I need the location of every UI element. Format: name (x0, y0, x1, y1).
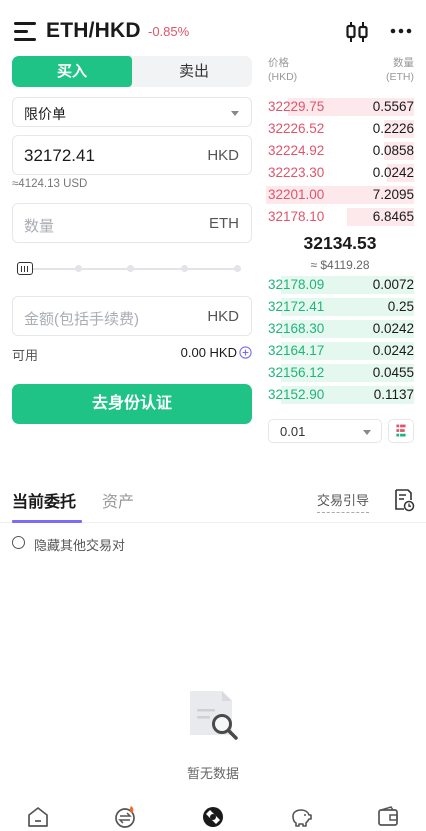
ask-qty: 0.0858 (372, 143, 414, 158)
bid-row[interactable]: 32172.41 0.25 (266, 297, 414, 317)
ask-row[interactable]: 32224.92 0.0858 (266, 141, 414, 161)
menu-icon[interactable] (14, 22, 36, 42)
bid-qty: 0.25 (387, 299, 414, 314)
ask-qty: 6.8465 (372, 209, 414, 224)
bottom-navigation (0, 797, 426, 831)
pair-title[interactable]: ETH/HKD (46, 19, 141, 43)
caret-down-icon (363, 430, 371, 435)
bid-qty: 0.0242 (372, 321, 414, 336)
order-history-icon[interactable] (393, 488, 415, 512)
price-header-unit: (HKD) (268, 71, 298, 83)
empty-data-icon (190, 691, 238, 740)
precision-select[interactable]: 0.01 (268, 419, 382, 443)
exchange-icon[interactable] (113, 805, 137, 829)
quantity-placeholder: 数量 (24, 218, 55, 235)
order-type-label: 限价单 (24, 106, 66, 122)
bid-price: 32168.30 (268, 321, 325, 336)
bid-qty: 0.0242 (372, 343, 414, 358)
price-value: 32172.41 (24, 146, 95, 165)
slider-step-50[interactable] (127, 265, 134, 272)
bid-row[interactable]: 32168.30 0.0242 (266, 319, 414, 339)
available-label: 可用 (12, 348, 39, 363)
bid-qty: 0.0455 (372, 365, 414, 380)
hide-other-pairs-label: 隐藏其他交易对 (34, 538, 126, 553)
ask-row[interactable]: 32178.10 6.8465 (266, 207, 414, 227)
tab-open-orders[interactable]: 当前委托 (12, 488, 76, 512)
verify-identity-button[interactable]: 去身份认证 (12, 384, 252, 424)
ask-price: 32229.75 (268, 99, 325, 114)
orders-tabs: 当前委托 资产 交易引导 (0, 478, 426, 523)
qty-header-label: 数量 (393, 57, 414, 69)
last-price-usd: ≈ $4119.28 (310, 258, 370, 272)
piggy-bank-icon[interactable] (289, 805, 313, 829)
price-unit: HKD (207, 147, 239, 164)
qty-header-unit: (ETH) (386, 71, 414, 83)
percentage-slider[interactable] (17, 261, 243, 277)
available-value: 0.00 HKD (180, 345, 237, 360)
header: ETH/HKD -0.85% (0, 0, 426, 62)
quantity-input[interactable]: 数量 ETH (12, 203, 252, 243)
wallet-icon[interactable] (376, 805, 400, 829)
depth-view-icon[interactable] (388, 419, 414, 443)
ask-row[interactable]: 32229.75 0.5567 (266, 97, 414, 117)
empty-state-text: 暂无数据 (186, 766, 239, 781)
trade-icon[interactable] (201, 805, 225, 829)
trading-guide-link[interactable]: 交易引导 (317, 490, 370, 513)
bid-price: 32156.12 (268, 365, 325, 380)
radio-button[interactable] (12, 536, 25, 549)
add-funds-icon[interactable] (239, 346, 252, 359)
ask-price: 32224.92 (268, 143, 325, 158)
orderbook-price-header: 价格 (HKD) (268, 56, 297, 84)
ask-qty: 7.2095 (372, 187, 414, 202)
bid-price: 32178.09 (268, 277, 325, 292)
bid-price: 32164.17 (268, 343, 325, 358)
tab-assets[interactable]: 资产 (102, 488, 134, 512)
last-price: 32134.53 (303, 233, 377, 253)
buy-sell-tabs: 买入 卖出 (12, 56, 252, 87)
price-usd-equivalent: ≈4124.13 USD (12, 178, 88, 190)
price-input[interactable]: 32172.41 HKD (12, 135, 252, 175)
bid-price: 32172.41 (268, 299, 325, 314)
price-change: -0.85% (148, 24, 190, 39)
precision-value: 0.01 (280, 424, 306, 439)
slider-handle[interactable] (17, 262, 33, 275)
orderbook-qty-header: 数量 (ETH) (386, 56, 414, 84)
bid-row[interactable]: 32156.12 0.0455 (266, 363, 414, 383)
bid-qty: 0.1137 (373, 387, 414, 402)
home-icon[interactable] (26, 805, 50, 829)
more-icon[interactable] (389, 23, 413, 39)
bid-row[interactable]: 32178.09 0.0072 (266, 275, 414, 295)
ask-row[interactable]: 32226.52 0.2226 (266, 119, 414, 139)
slider-track (31, 268, 239, 270)
tab-sell[interactable]: 卖出 (136, 56, 252, 87)
quantity-unit: ETH (209, 215, 239, 232)
tab-buy[interactable]: 买入 (12, 56, 132, 87)
slider-step-75[interactable] (181, 265, 188, 272)
ask-price: 32223.30 (268, 165, 325, 180)
caret-down-icon (231, 111, 239, 116)
ask-qty: 0.5567 (372, 99, 414, 114)
ask-row[interactable]: 32201.00 7.2095 (266, 185, 414, 205)
ask-price: 32226.52 (268, 121, 325, 136)
slider-step-100[interactable] (234, 265, 241, 272)
ask-row[interactable]: 32223.30 0.0242 (266, 163, 414, 183)
amount-input[interactable]: 金额(包括手续费) HKD (12, 296, 252, 336)
ask-qty: 0.2226 (372, 121, 414, 136)
order-type-select[interactable]: 限价单 (12, 97, 252, 127)
candlestick-icon[interactable] (345, 21, 369, 43)
bid-row[interactable]: 32152.90 0.1137 (266, 385, 414, 405)
ask-price: 32178.10 (268, 209, 325, 224)
ask-price: 32201.00 (268, 187, 325, 202)
slider-step-25[interactable] (75, 265, 82, 272)
active-tab-indicator (12, 520, 82, 523)
ask-qty: 0.0242 (372, 165, 414, 180)
bid-price: 32152.90 (268, 387, 325, 402)
bid-qty: 0.0072 (372, 277, 414, 292)
price-header-label: 价格 (268, 57, 289, 69)
bid-row[interactable]: 32164.17 0.0242 (266, 341, 414, 361)
amount-unit: HKD (207, 308, 239, 325)
amount-placeholder: 金额(包括手续费) (24, 311, 139, 328)
